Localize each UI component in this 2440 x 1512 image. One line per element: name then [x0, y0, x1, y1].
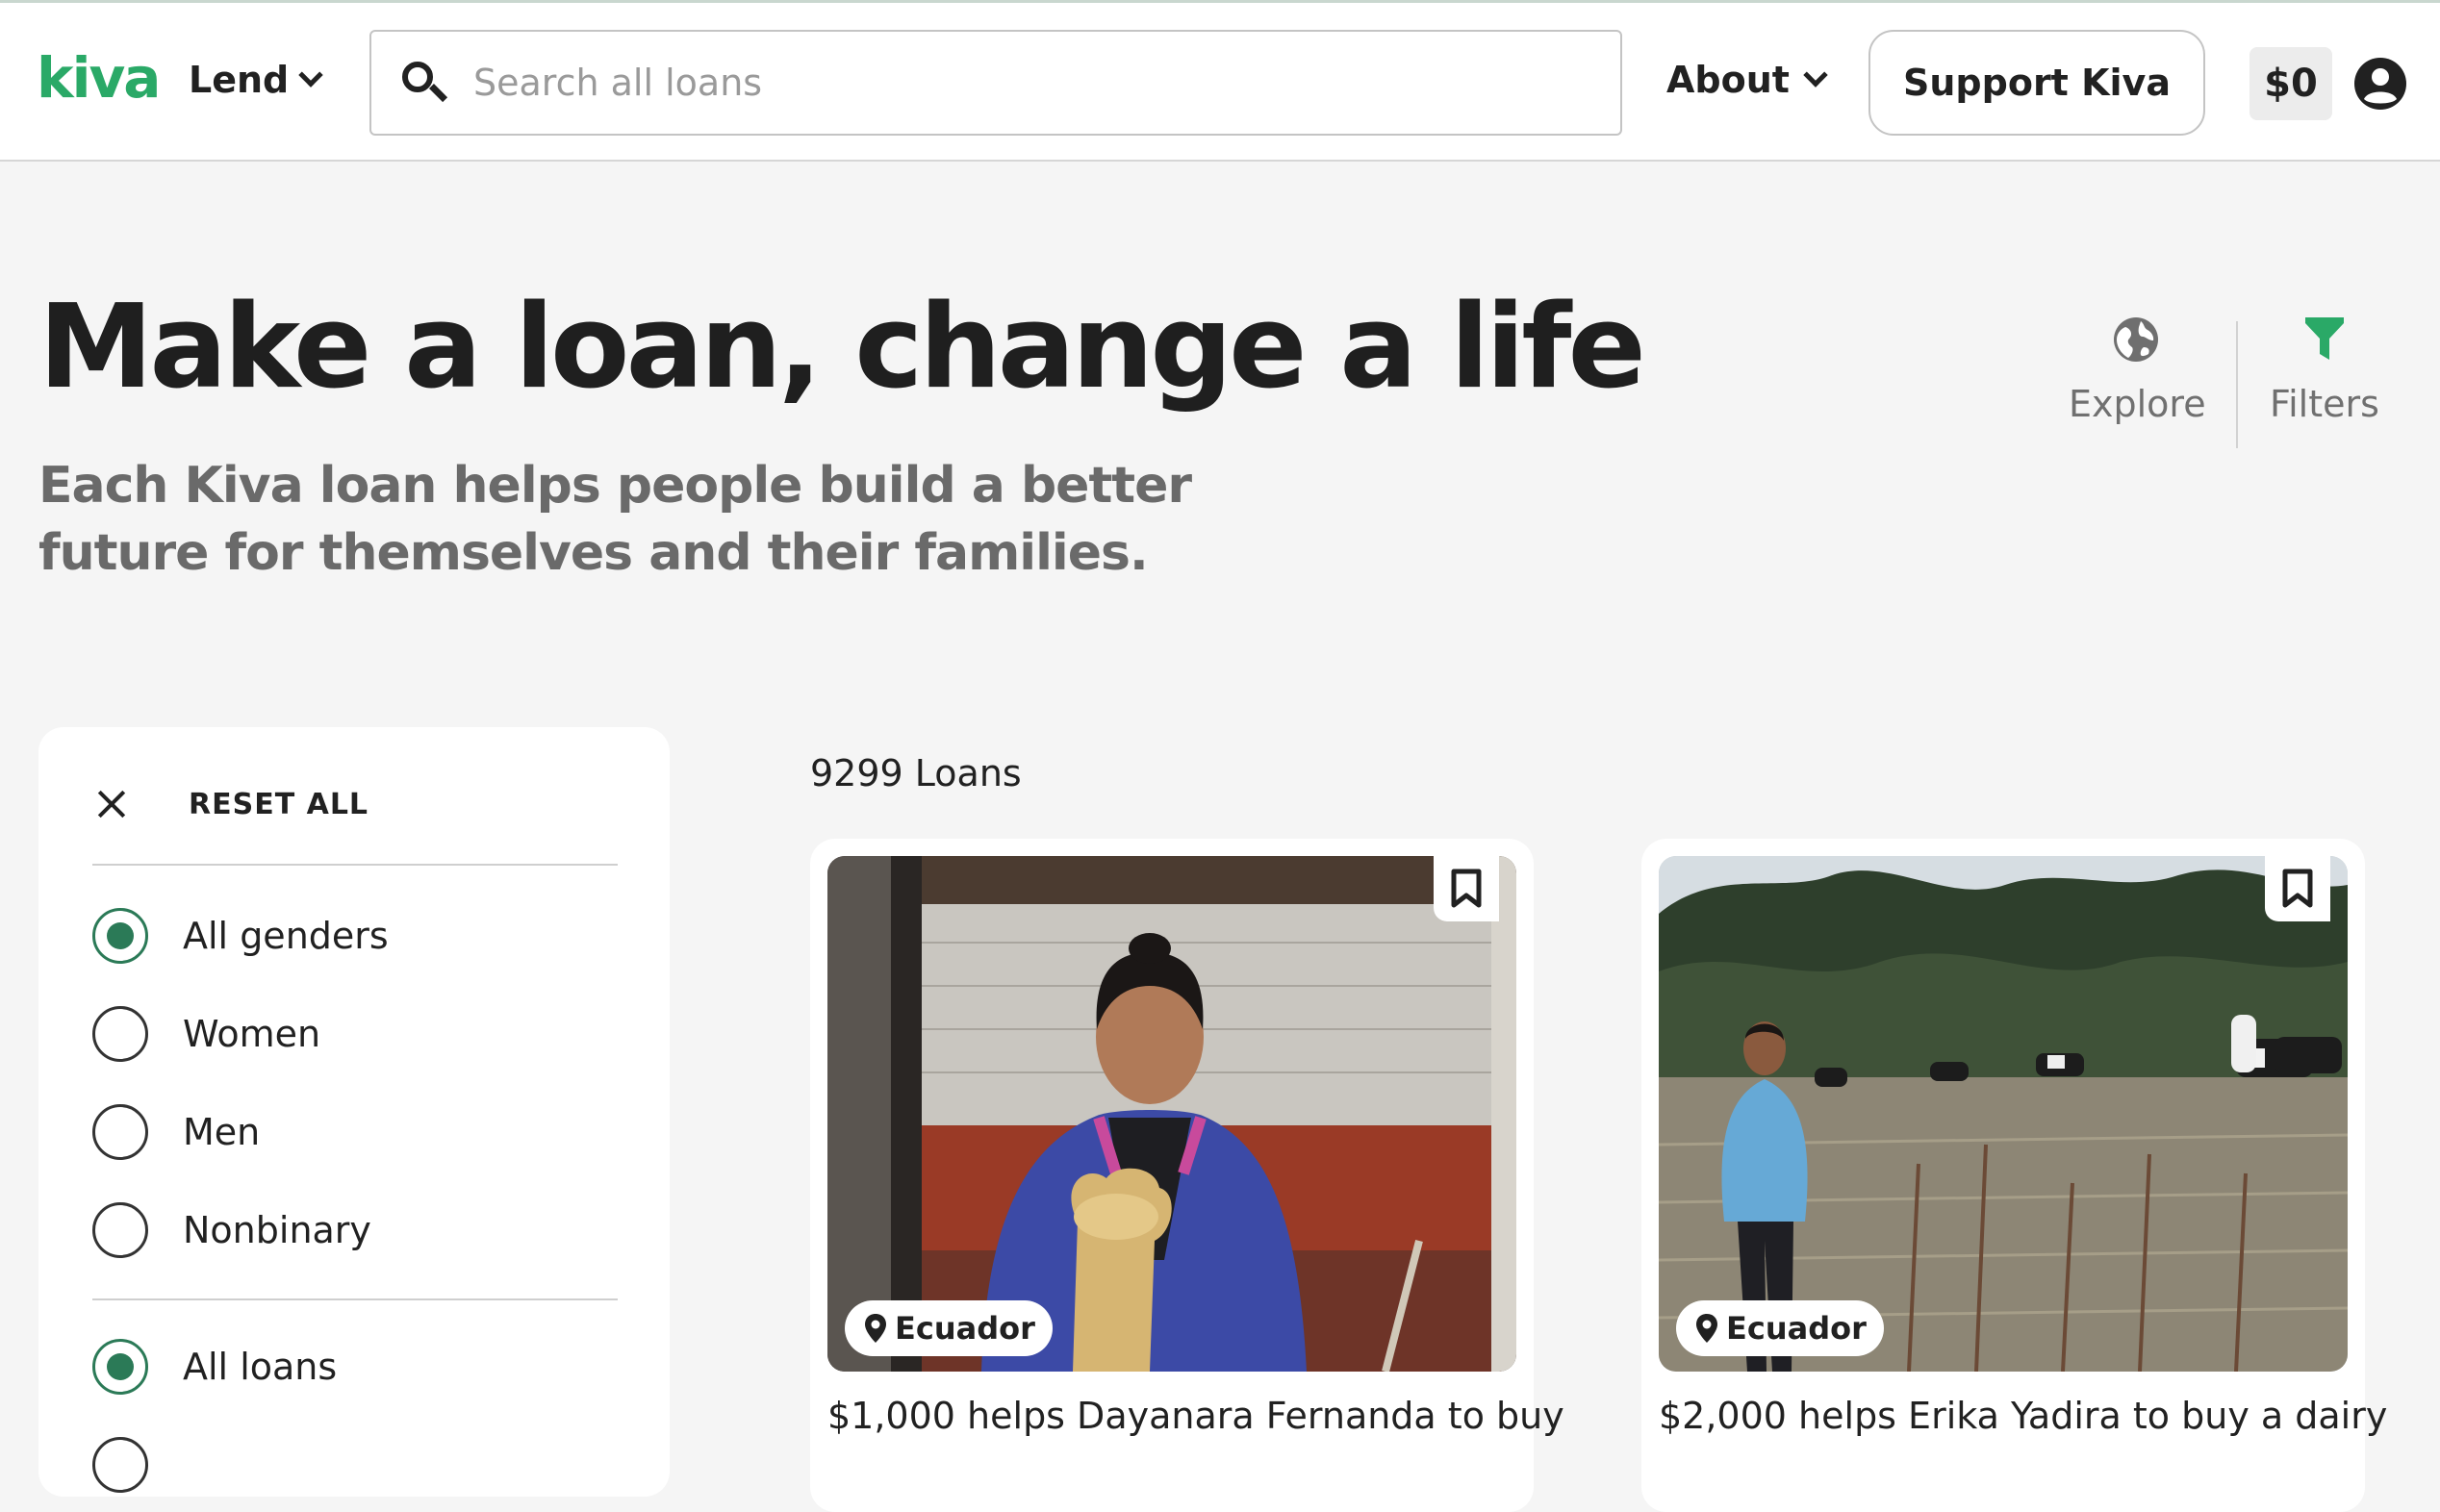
search-bar[interactable] — [369, 30, 1622, 136]
lend-menu-label: Lend — [189, 59, 290, 101]
reset-all-label: RESET ALL — [189, 787, 369, 821]
radio-button[interactable] — [92, 1006, 148, 1062]
funnel-icon — [2305, 317, 2344, 360]
radio-all-loans[interactable]: All loans — [92, 1339, 337, 1395]
filter-panel: RESET ALL All genders Women Men Nonbinar… — [38, 727, 670, 1497]
radio-all-genders[interactable]: All genders — [92, 908, 389, 964]
basket-button[interactable]: $0 — [2249, 47, 2332, 120]
search-icon — [400, 60, 448, 106]
bookmark-icon — [1451, 869, 1482, 908]
radio-button[interactable] — [92, 1339, 148, 1395]
radio-label: All loans — [183, 1346, 338, 1388]
borrower-photo[interactable] — [1659, 856, 2348, 1372]
radio-label: Nonbinary — [183, 1209, 371, 1251]
radio-button[interactable] — [92, 1437, 148, 1493]
radio-label: Men — [183, 1111, 261, 1153]
radio-nonbinary[interactable]: Nonbinary — [92, 1202, 371, 1258]
location-badge: Ecuador — [1676, 1300, 1884, 1356]
radio-button[interactable] — [92, 1104, 148, 1160]
radio-label: All genders — [183, 915, 389, 957]
map-pin-icon — [1696, 1314, 1717, 1343]
close-icon — [92, 785, 131, 823]
basket-amount: $0 — [2264, 62, 2318, 106]
filters-label: Filters — [2270, 383, 2379, 425]
loan-title[interactable]: $2,000 helps Erika Yadira to buy a dairy — [1659, 1395, 2387, 1437]
divider — [92, 1298, 618, 1300]
borrower-photo-image — [827, 856, 1516, 1372]
borrower-photo[interactable] — [827, 856, 1516, 1372]
radio-next-option[interactable] — [92, 1437, 148, 1493]
location-country: Ecuador — [1726, 1310, 1867, 1347]
kiva-logo[interactable]: kiva — [37, 45, 161, 111]
loan-title[interactable]: $1,000 helps Dayanara Fernanda to buy — [827, 1395, 1564, 1437]
location-country: Ecuador — [895, 1310, 1035, 1347]
divider — [92, 864, 618, 866]
loan-count: 9299 Loans — [810, 752, 1022, 794]
loan-card[interactable]: Ecuador $2,000 helps Erika Yadira to buy… — [1641, 839, 2387, 1512]
radio-button[interactable] — [92, 908, 148, 964]
page-title: Make a loan, change a life — [38, 281, 1646, 415]
chevron-down-icon — [1803, 63, 1828, 88]
search-input[interactable] — [473, 62, 1532, 104]
toggle-divider — [2236, 321, 2238, 448]
bookmark-button[interactable] — [1434, 856, 1499, 921]
filters-toggle[interactable]: Filters — [2267, 315, 2382, 425]
account-icon[interactable] — [2353, 57, 2407, 111]
globe-icon — [2114, 317, 2158, 362]
radio-women[interactable]: Women — [92, 1006, 320, 1062]
map-pin-icon — [865, 1314, 886, 1343]
chevron-down-icon — [298, 63, 323, 88]
borrower-photo-image — [1659, 856, 2348, 1372]
support-kiva-button[interactable]: Support Kiva — [1868, 30, 2205, 136]
page-subtitle: Each Kiva loan helps people build a bett… — [38, 457, 1192, 582]
explore-label: Explore — [2069, 383, 2206, 425]
reset-all-button[interactable]: RESET ALL — [92, 785, 369, 823]
about-menu-label: About — [1666, 59, 1790, 101]
loan-card[interactable]: Ecuador $1,000 helps Dayanara Fernanda t… — [810, 839, 1564, 1512]
radio-label: Women — [183, 1013, 321, 1055]
about-menu-button[interactable]: About — [1666, 59, 1828, 101]
bookmark-button[interactable] — [2265, 856, 2330, 921]
radio-men[interactable]: Men — [92, 1104, 260, 1160]
bookmark-icon — [2282, 869, 2313, 908]
top-navigation-bar: kiva Lend About Support Kiva $0 — [0, 0, 2440, 162]
lend-menu-button[interactable]: Lend — [189, 59, 323, 101]
radio-button[interactable] — [92, 1202, 148, 1258]
location-badge: Ecuador — [845, 1300, 1053, 1356]
explore-toggle[interactable]: Explore — [2069, 315, 2206, 425]
